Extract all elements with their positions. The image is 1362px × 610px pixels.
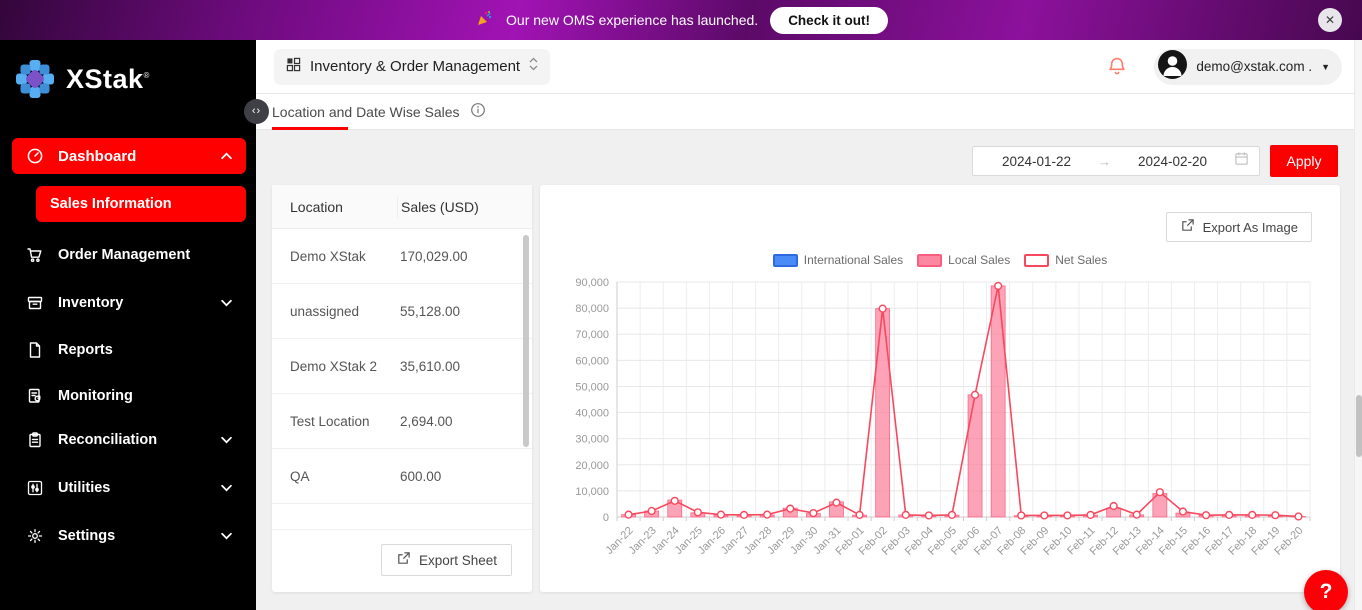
chevron-down-icon	[221, 436, 232, 444]
sidebar-item-reconciliation[interactable]: Reconciliation	[12, 425, 246, 455]
export-icon	[396, 551, 411, 569]
archive-box-icon	[26, 294, 44, 312]
gear-icon	[26, 527, 44, 545]
chevron-down-icon	[221, 532, 232, 540]
sidebar-item-monitoring[interactable]: Monitoring	[12, 381, 246, 411]
banner-message: Our new OMS experience has launched.	[506, 12, 758, 28]
tab-row: ‹› Location and Date Wise Sales	[256, 94, 1362, 130]
end-date-input[interactable]: 2024-02-20	[1119, 154, 1226, 169]
document-icon	[26, 341, 44, 359]
page-scrollbar-thumb[interactable]	[1356, 395, 1362, 457]
content-area: 2024-01-22 → 2024-02-20 Apply Location S…	[256, 130, 1362, 610]
dashboard-gauge-icon	[26, 147, 44, 165]
clipboard-icon	[26, 431, 44, 449]
sidebar: XStak® Dashboard Sales Information Order…	[0, 40, 256, 610]
sidebar-item-inventory[interactable]: Inventory	[12, 288, 246, 318]
sidebar-item-order-management[interactable]: Order Management	[12, 240, 246, 270]
svg-text:0: 0	[603, 512, 609, 524]
legend-item-net-sales[interactable]: Net Sales	[1024, 253, 1107, 267]
sidebar-item-utilities[interactable]: Utilities	[12, 473, 246, 503]
sidebar-item-settings[interactable]: Settings	[12, 521, 246, 551]
help-button[interactable]: ?	[1304, 570, 1348, 610]
chevron-down-icon	[221, 484, 232, 492]
promo-banner: Our new OMS experience has launched. Che…	[0, 0, 1362, 40]
sidebar-collapse-button[interactable]: ‹›	[244, 99, 269, 124]
user-email: demo@xstak.com .	[1196, 59, 1312, 74]
svg-text:30,000: 30,000	[575, 434, 609, 446]
table-scrollbar[interactable]	[523, 235, 529, 447]
app-switcher-dropdown[interactable]: Inventory & Order Management	[274, 49, 550, 85]
start-date-input[interactable]: 2024-01-22	[983, 154, 1090, 169]
xstak-logo-icon	[14, 58, 56, 100]
legend-item-local-sales[interactable]: Local Sales	[917, 253, 1010, 267]
document-sync-icon	[26, 387, 44, 405]
date-range-picker[interactable]: 2024-01-22 → 2024-02-20	[972, 146, 1260, 176]
chart-legend: International Sales Local Sales Net Sale…	[540, 253, 1340, 267]
cart-icon	[26, 246, 44, 264]
export-as-image-button[interactable]: Export As Image	[1166, 212, 1312, 242]
sales-chart: 0 10,000 20,000 30,000 40,000 50,000 60,000 70,…	[560, 273, 1330, 578]
table-row: Demo XStak 2 35,610.00	[272, 339, 532, 394]
table-row: Test Location 2,694.00	[272, 394, 532, 449]
topbar: Inventory & Order Management demo@xstak.…	[256, 40, 1362, 94]
caret-down-icon: ▼	[1321, 62, 1330, 72]
legend-swatch-net	[1024, 254, 1049, 267]
banner-close-icon[interactable]: ✕	[1318, 8, 1342, 32]
column-header-sales: Sales (USD)	[397, 196, 532, 218]
table-row-partial	[272, 504, 532, 530]
sidebar-item-reports[interactable]: Reports	[12, 335, 246, 365]
location-sales-panel: Location Sales (USD) Demo XStak 170,029.…	[272, 185, 532, 592]
legend-item-international-sales[interactable]: International Sales	[773, 253, 903, 267]
tab-location-date-wise-sales[interactable]: Location and Date Wise Sales	[272, 102, 486, 121]
export-icon	[1180, 218, 1195, 236]
party-popper-icon	[474, 9, 494, 32]
info-icon[interactable]	[470, 102, 486, 121]
svg-text:20,000: 20,000	[575, 460, 609, 472]
svg-text:40,000: 40,000	[575, 408, 609, 420]
sales-chart-panel: Export As Image International Sales Loca…	[540, 185, 1340, 592]
export-sheet-button[interactable]: Export Sheet	[381, 544, 512, 576]
column-header-location: Location	[272, 199, 397, 215]
page-scrollbar[interactable]	[1354, 40, 1362, 610]
sidebar-item-dashboard[interactable]: Dashboard	[12, 138, 246, 174]
apply-button[interactable]: Apply	[1270, 145, 1338, 177]
table-row: QA 600.00	[272, 449, 532, 504]
chevron-up-icon	[221, 152, 232, 160]
legend-swatch-local	[917, 254, 942, 267]
legend-swatch-international	[773, 254, 798, 267]
svg-text:10,000: 10,000	[575, 486, 609, 498]
range-arrow-icon: →	[1098, 154, 1111, 169]
svg-text:60,000: 60,000	[575, 355, 609, 367]
check-it-out-button[interactable]: Check it out!	[770, 7, 888, 34]
svg-text:90,000: 90,000	[575, 277, 609, 289]
sliders-icon	[26, 479, 44, 497]
sidebar-item-sales-information[interactable]: Sales Information	[36, 186, 246, 222]
table-row: Demo XStak 170,029.00	[272, 229, 532, 284]
app-root: Our new OMS experience has launched. Che…	[0, 0, 1362, 610]
chevron-down-icon	[221, 299, 232, 307]
user-menu[interactable]: demo@xstak.com . ▼	[1154, 49, 1342, 85]
svg-text:70,000: 70,000	[575, 329, 609, 341]
table-row: unassigned 55,128.00	[272, 284, 532, 339]
svg-text:80,000: 80,000	[575, 303, 609, 315]
avatar	[1158, 50, 1187, 84]
table-header: Location Sales (USD)	[272, 185, 532, 229]
selector-arrows-icon	[529, 57, 538, 76]
location-sales-table: Location Sales (USD) Demo XStak 170,029.…	[272, 185, 532, 530]
xstak-logo: XStak®	[14, 58, 150, 100]
svg-text:50,000: 50,000	[575, 381, 609, 393]
notification-bell-icon[interactable]	[1106, 56, 1128, 78]
app-grid-icon	[286, 57, 301, 77]
calendar-icon	[1234, 151, 1249, 171]
brand-name: XStak®	[66, 64, 150, 95]
